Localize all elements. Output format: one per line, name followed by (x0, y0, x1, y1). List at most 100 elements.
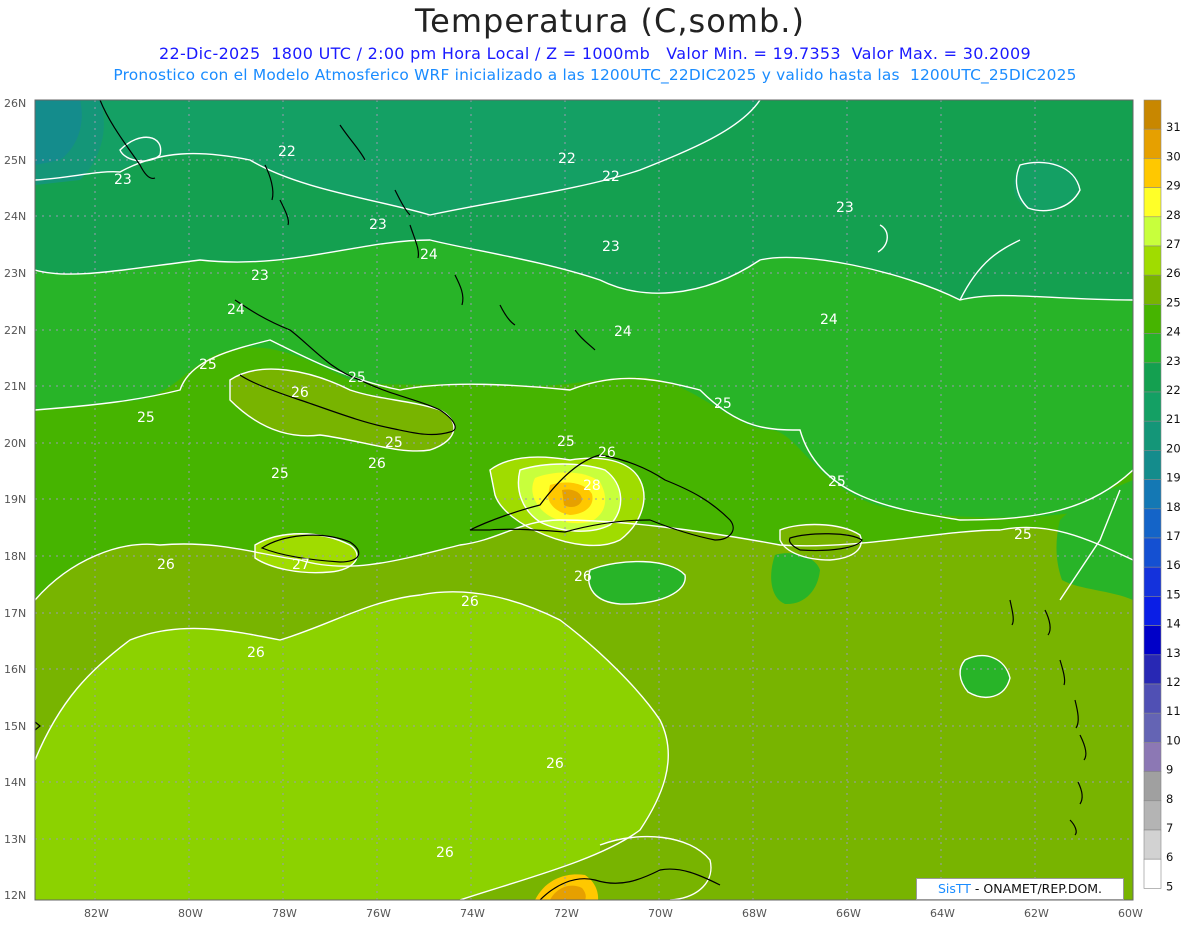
lon-label: 78W (272, 907, 297, 920)
lon-label: 60W (1118, 907, 1143, 920)
isotherm-label: 26 (291, 385, 309, 401)
colorbar-label: 20 (1166, 441, 1181, 455)
isotherm-label: 25 (828, 474, 846, 490)
colorbar-label: 6 (1166, 850, 1173, 864)
colorbar-label: 31 (1166, 120, 1181, 134)
colorbar-swatch (1143, 858, 1162, 889)
colorbar-label: 17 (1166, 529, 1181, 543)
map-subtitle: 22-Dic-2025 1800 UTC / 2:00 pm Hora Loca… (159, 44, 1031, 63)
lat-label: 13N (4, 833, 26, 846)
lat-label: 24N (4, 210, 26, 223)
isotherm-label: 26 (598, 445, 616, 461)
isotherm-label: 25 (271, 466, 289, 482)
lat-label: 15N (4, 720, 26, 733)
longitude-axis: 82W 80W 78W 76W 74W 72W 70W 68W 66W 64W … (84, 907, 1143, 920)
colorbar-swatch (1143, 625, 1162, 656)
isotherm-label: 26 (157, 557, 175, 573)
colorbar-swatch (1143, 420, 1162, 451)
lat-label: 19N (4, 493, 26, 506)
colorbar-swatch (1143, 216, 1162, 247)
colorbar: 31 30 29 28 27 26 25 24 23 22 21 20 19 18 17 16 15 14 13 12… (1143, 99, 1181, 893)
isotherm-label: 23 (602, 239, 620, 255)
colorbar-swatch (1143, 450, 1162, 480)
isotherm-label: 26 (546, 756, 564, 772)
isotherm-label: 26 (368, 456, 386, 472)
colorbar-label: 12 (1166, 675, 1181, 689)
isotherm-label: 24 (614, 324, 632, 340)
lon-label: 72W (554, 907, 579, 920)
isotherm-label: 24 (820, 312, 838, 328)
colorbar-label: 7 (1166, 821, 1173, 835)
colorbar-label: 13 (1166, 646, 1181, 660)
colorbar-swatch (1143, 333, 1162, 364)
colorbar-label: 22 (1166, 383, 1181, 397)
colorbar-swatch (1143, 391, 1162, 422)
temperature-map: 22 22 22 23 23 23 23 23 24 24 24 24 25 2… (4, 97, 1181, 920)
lat-label: 26N (4, 97, 26, 110)
colorbar-label: 9 (1166, 763, 1173, 777)
colorbar-swatch (1143, 245, 1162, 276)
isotherm-label: 24 (227, 302, 245, 318)
lat-label: 18N (4, 550, 26, 563)
colorbar-label: 29 (1166, 179, 1181, 193)
lat-label: 22N (4, 324, 26, 337)
colorbar-label: 21 (1166, 412, 1181, 426)
colorbar-swatch (1143, 742, 1162, 772)
lat-label: 14N (4, 776, 26, 789)
isotherm-label: 23 (369, 217, 387, 233)
isotherm-label: 26 (461, 594, 479, 610)
isotherm-label: 25 (557, 434, 575, 450)
lon-label: 80W (178, 907, 203, 920)
isotherm-label: 23 (114, 172, 132, 188)
isotherm-label: 22 (278, 144, 296, 160)
isotherm-label: 25 (385, 435, 403, 451)
isotherm-label: 25 (1014, 527, 1032, 543)
isotherm-label: 26 (574, 569, 592, 585)
credit-box: SisTT - ONAMET/REP.DOM. (916, 878, 1124, 900)
colorbar-swatch (1143, 566, 1162, 597)
colorbar-swatch (1143, 683, 1162, 714)
colorbar-swatch (1143, 99, 1162, 130)
colorbar-swatch (1143, 362, 1162, 393)
isotherm-label: 27 (292, 557, 310, 573)
lon-label: 62W (1024, 907, 1049, 920)
isotherm-label: 23 (251, 268, 269, 284)
isotherm-label: 24 (420, 247, 438, 263)
isotherm-label: 25 (199, 357, 217, 373)
colorbar-label: 25 (1166, 295, 1181, 309)
credit-org: - ONAMET/REP.DOM. (970, 881, 1103, 896)
colorbar-label: 16 (1166, 558, 1181, 572)
isotherm-label: 25 (714, 396, 732, 412)
colorbar-label: 19 (1166, 471, 1181, 485)
colorbar-label: 8 (1166, 792, 1173, 806)
colorbar-label: 30 (1166, 149, 1181, 163)
colorbar-swatch (1143, 128, 1162, 159)
lon-label: 70W (648, 907, 673, 920)
lat-label: 21N (4, 380, 26, 393)
lat-label: 23N (4, 267, 26, 280)
lon-label: 74W (460, 907, 485, 920)
colorbar-label: 24 (1166, 325, 1181, 339)
latitude-axis: 26N 25N 24N 23N 22N 21N 20N 19N 18N 17N … (4, 97, 26, 902)
colorbar-label: 26 (1166, 266, 1181, 280)
colorbar-label: 27 (1166, 237, 1181, 251)
isotherm-label: 23 (836, 200, 854, 216)
isotherm-label: 26 (247, 645, 265, 661)
colorbar-label: 11 (1166, 704, 1181, 718)
colorbar-swatch (1143, 654, 1162, 685)
colorbar-label: 10 (1166, 733, 1181, 747)
colorbar-swatch (1143, 304, 1162, 334)
lat-label: 25N (4, 154, 26, 167)
lon-label: 66W (836, 907, 861, 920)
colorbar-label: 28 (1166, 208, 1181, 222)
lat-label: 16N (4, 663, 26, 676)
lon-label: 68W (742, 907, 767, 920)
colorbar-swatch (1143, 537, 1162, 568)
map-subtitle-model: Pronostico con el Modelo Atmosferico WRF… (113, 66, 1077, 84)
colorbar-swatch (1143, 712, 1162, 743)
colorbar-label: 23 (1166, 354, 1181, 368)
colorbar-label: 18 (1166, 500, 1181, 514)
isotherm-label: 22 (602, 169, 620, 185)
colorbar-swatch (1143, 596, 1162, 626)
isotherm-label: 22 (558, 151, 576, 167)
